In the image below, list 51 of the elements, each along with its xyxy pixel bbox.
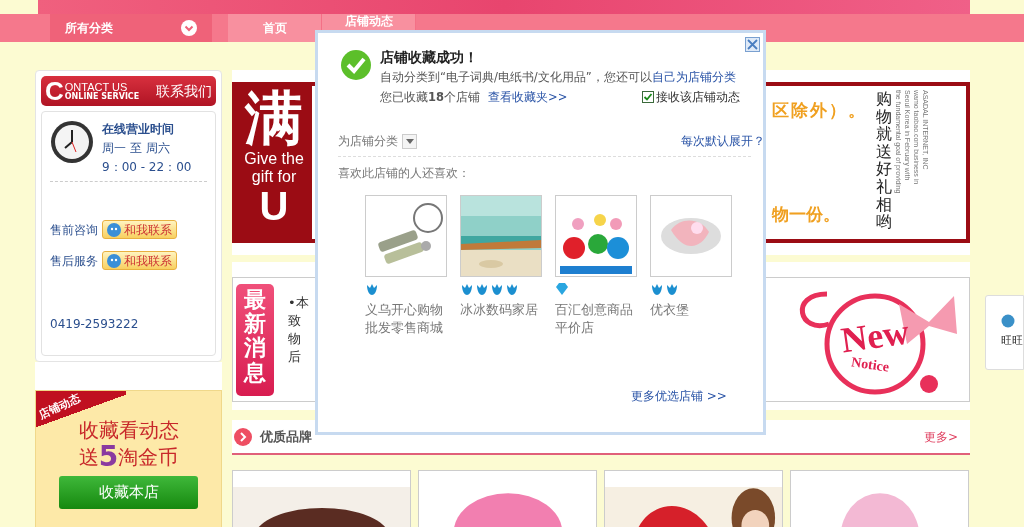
service-label: 售前咨询 (50, 221, 98, 239)
category-menu[interactable]: 所有分类 (50, 14, 212, 42)
product-card[interactable] (604, 470, 783, 527)
news-badge: 最新消息 (236, 284, 274, 396)
chevron-down-icon (181, 20, 197, 36)
news-text: 致 (288, 312, 302, 330)
favorite-shop-button[interactable]: 收藏本店 (59, 476, 198, 509)
phone-number: 0419-2593222 (50, 316, 140, 333)
shop-name[interactable]: 优衣堡 (650, 300, 730, 319)
also-like-heading: 喜欢此店铺的人还喜欢： (338, 165, 471, 183)
shop-name[interactable]: 百汇创意商品平价店 (555, 300, 635, 337)
banner-big-char: 满 (245, 86, 303, 150)
chat-face-icon (107, 222, 121, 237)
diamond-icon (555, 281, 569, 296)
check-icon (643, 92, 653, 102)
news-text: 后 (288, 348, 302, 366)
more-shops-link[interactable]: 更多优选店铺 >> (631, 387, 727, 405)
category-dropdown[interactable] (402, 134, 417, 150)
dialog-title: 店铺收藏成功！ (380, 48, 479, 67)
view-favorites-link[interactable]: 查看收藏夹>> (488, 87, 568, 107)
shop-name[interactable]: 冰冰数码家居 (460, 300, 540, 319)
chat-bubble-icon (1001, 314, 1015, 328)
news-text: •本 (288, 294, 309, 312)
product-card[interactable] (232, 470, 411, 527)
favorite-count: 您已收藏18个店铺 (380, 89, 480, 106)
banner-text: 区除外）。 (772, 99, 868, 122)
banner-caption: Give the gift for (243, 150, 305, 186)
close-button[interactable] (745, 37, 760, 52)
subscribe-checkbox[interactable]: 接收该店铺动态 (642, 87, 740, 107)
contact-button[interactable]: 和我联系 (102, 251, 177, 270)
banner-text: 物一份。 (772, 202, 841, 226)
chat-face-icon (107, 253, 121, 268)
success-check-icon (340, 49, 372, 81)
clock-icon (50, 120, 94, 164)
category-label: 为店铺分类 (338, 133, 398, 150)
expand-link[interactable]: 每次默认展开？ (681, 133, 765, 151)
caret-icon (405, 139, 414, 145)
chat-widget[interactable]: 旺旺 (985, 295, 1024, 370)
dialog-message: 自动分类到“电子词典/电纸书/文化用品”，您还可以自己为店铺分类 (380, 69, 737, 86)
promo-offer: 送5淘金币 (78, 443, 179, 471)
section-title: 优质品牌 (260, 427, 312, 446)
service-label: 售后服务 (50, 252, 98, 270)
more-link[interactable]: 更多> (923, 427, 958, 446)
contact-button[interactable]: 和我联系 (102, 220, 177, 239)
vertical-slogan: 购物就送好礼相哟 (876, 90, 892, 234)
contact-card: 在线营业时间 周一 至 周六 9：00 - 22：00 售前咨询 和我联系 售后服务 和我联系 0419-2593222 (41, 111, 216, 356)
banner-big-letter: U (259, 186, 289, 226)
classify-link[interactable]: 自己为店铺分类 (651, 70, 736, 84)
shop-name[interactable]: 义乌开心购物批发零售商城 (365, 300, 445, 337)
news-text: 物 (288, 330, 302, 348)
close-icon (746, 38, 759, 51)
